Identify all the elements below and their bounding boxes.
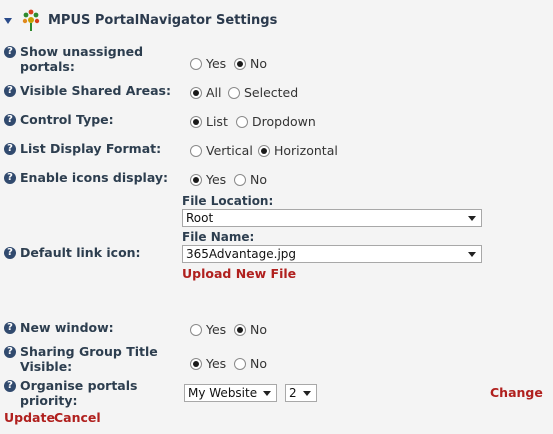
setting-label: Default link icon: bbox=[20, 245, 141, 260]
radio-button-selected[interactable] bbox=[190, 115, 202, 128]
help-icon[interactable]: ? bbox=[4, 143, 16, 155]
help-icon[interactable]: ? bbox=[4, 114, 16, 126]
radio-button[interactable] bbox=[190, 57, 202, 70]
radio-option-no[interactable]: No bbox=[234, 322, 267, 337]
radio-button-selected[interactable] bbox=[234, 57, 246, 70]
setting-label: Enable icons display: bbox=[20, 170, 169, 185]
radio-option-yes[interactable]: Yes bbox=[190, 172, 226, 187]
radio-button-selected[interactable] bbox=[258, 144, 270, 157]
radio-option-yes[interactable]: Yes bbox=[190, 322, 226, 337]
chevron-down-icon bbox=[468, 252, 476, 257]
radio-option-list[interactable]: List bbox=[190, 114, 228, 129]
priority-select[interactable]: 2 bbox=[285, 384, 317, 402]
help-icon[interactable]: ? bbox=[4, 247, 16, 259]
radio-button-selected[interactable] bbox=[190, 357, 202, 370]
radio-button-selected[interactable] bbox=[234, 323, 246, 336]
settings-header: MPUS PortalNavigator Settings bbox=[4, 6, 277, 34]
radio-button[interactable] bbox=[234, 173, 246, 186]
help-icon[interactable]: ? bbox=[4, 46, 16, 58]
help-icon[interactable]: ? bbox=[4, 380, 16, 392]
setting-label: New window: bbox=[20, 320, 114, 335]
setting-label: Show unassigned portals: bbox=[20, 44, 144, 74]
radio-button-selected[interactable] bbox=[190, 86, 202, 99]
help-icon[interactable]: ? bbox=[4, 322, 16, 334]
radio-option-no[interactable]: No bbox=[234, 172, 267, 187]
radio-button-selected[interactable] bbox=[190, 173, 202, 186]
chevron-down-icon bbox=[263, 391, 271, 396]
file-name-caption: File Name: bbox=[182, 230, 255, 244]
portal-select[interactable]: My Website bbox=[184, 384, 277, 402]
radio-option-no[interactable]: No bbox=[234, 356, 267, 371]
chevron-down-icon bbox=[303, 391, 311, 396]
flower-logo bbox=[20, 7, 42, 33]
radio-option-yes[interactable]: Yes bbox=[190, 356, 226, 371]
help-icon[interactable]: ? bbox=[4, 172, 16, 184]
file-name-select[interactable]: 365Advantage.jpg bbox=[182, 245, 482, 263]
setting-label: Organise portals priority: bbox=[20, 378, 138, 408]
radio-option-selected[interactable]: Selected bbox=[228, 85, 298, 100]
update-link[interactable]: Update bbox=[4, 410, 55, 425]
radio-option-yes[interactable]: Yes bbox=[190, 56, 226, 71]
caret-down-icon[interactable] bbox=[4, 18, 12, 24]
upload-new-file-link[interactable]: Upload New File bbox=[182, 266, 296, 281]
radio-option-dropdown[interactable]: Dropdown bbox=[236, 114, 316, 129]
radio-option-no[interactable]: No bbox=[234, 56, 267, 71]
radio-option-all[interactable]: All bbox=[190, 85, 222, 100]
radio-button[interactable] bbox=[190, 144, 202, 157]
setting-label: List Display Format: bbox=[20, 141, 162, 156]
radio-button[interactable] bbox=[236, 115, 248, 128]
cancel-link[interactable]: Cancel bbox=[54, 410, 101, 425]
setting-label: Sharing Group Title Visible: bbox=[20, 344, 158, 374]
radio-button[interactable] bbox=[234, 357, 246, 370]
help-icon[interactable]: ? bbox=[4, 346, 16, 358]
setting-label: Control Type: bbox=[20, 112, 114, 127]
setting-label: Visible Shared Areas: bbox=[20, 83, 171, 98]
radio-option-vertical[interactable]: Vertical bbox=[190, 143, 253, 158]
radio-option-horizontal[interactable]: Horizontal bbox=[258, 143, 338, 158]
file-location-caption: File Location: bbox=[182, 194, 274, 208]
chevron-down-icon bbox=[468, 216, 476, 221]
change-link[interactable]: Change bbox=[490, 385, 543, 400]
page-title: MPUS PortalNavigator Settings bbox=[48, 12, 278, 28]
radio-button[interactable] bbox=[190, 323, 202, 336]
help-icon[interactable]: ? bbox=[4, 85, 16, 97]
file-location-select[interactable]: Root bbox=[182, 209, 482, 227]
radio-button[interactable] bbox=[228, 86, 240, 99]
